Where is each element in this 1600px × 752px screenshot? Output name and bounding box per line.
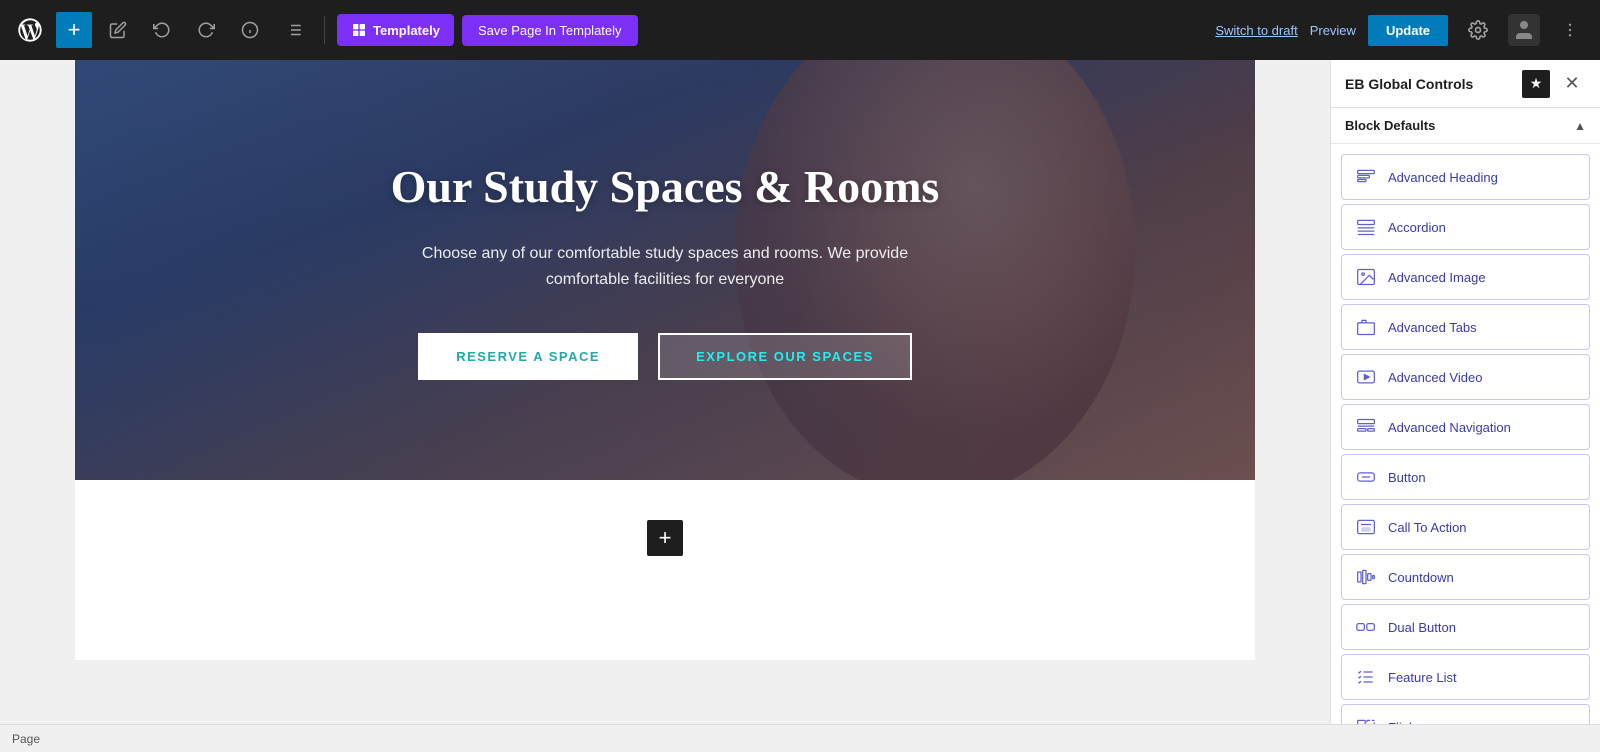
panel-item-accordion[interactable]: Accordion (1341, 204, 1590, 250)
feature-list-label: Feature List (1388, 670, 1457, 685)
flipbox-icon (1354, 715, 1378, 724)
explore-spaces-button[interactable]: EXPLORE OUR SPACES (658, 333, 912, 380)
hero-subtitle: Choose any of our comfortable study spac… (395, 241, 935, 292)
advanced-image-label: Advanced Image (1388, 270, 1486, 285)
accordion-icon (1354, 215, 1378, 239)
undo-button[interactable] (144, 12, 180, 48)
advanced-tabs-icon (1354, 315, 1378, 339)
call-to-action-icon (1354, 515, 1378, 539)
panel-title: EB Global Controls (1345, 76, 1514, 92)
templately-button[interactable]: Templately (337, 14, 454, 46)
panel-item-feature-list[interactable]: Feature List (1341, 654, 1590, 700)
settings-icon-button[interactable] (1460, 12, 1496, 48)
add-block-canvas-button[interactable]: + (647, 520, 683, 556)
panel-item-flipbox[interactable]: Flipbox (1341, 704, 1590, 724)
block-defaults-title: Block Defaults (1345, 118, 1574, 133)
redo-button[interactable] (188, 12, 224, 48)
hero-content: Our Study Spaces & Rooms Choose any of o… (75, 60, 1255, 480)
hero-buttons: RESERVE A SPACE EXPLORE OUR SPACES (418, 333, 912, 380)
button-label: Button (1388, 470, 1426, 485)
toolbar: + (0, 0, 1600, 60)
advanced-tabs-label: Advanced Tabs (1388, 320, 1477, 335)
advanced-video-label: Advanced Video (1388, 370, 1482, 385)
toolbar-right: Switch to draft Preview Update (1215, 12, 1588, 48)
countdown-label: Countdown (1388, 570, 1454, 585)
panel-star-button[interactable]: ★ (1522, 70, 1550, 98)
status-label: Page (12, 732, 40, 746)
panel-item-dual-button[interactable]: Dual Button (1341, 604, 1590, 650)
edit-icon-button[interactable] (100, 12, 136, 48)
countdown-icon (1354, 565, 1378, 589)
preview-button[interactable]: Preview (1310, 23, 1356, 38)
info-button[interactable] (232, 12, 268, 48)
panel-item-advanced-video[interactable]: Advanced Video (1341, 354, 1590, 400)
status-bar: Page (0, 724, 1600, 752)
panel-item-call-to-action[interactable]: Call To Action (1341, 504, 1590, 550)
panel-item-advanced-image[interactable]: Advanced Image (1341, 254, 1590, 300)
feature-list-icon (1354, 665, 1378, 689)
panel-block-list: Advanced Heading Accordion (1331, 144, 1600, 724)
dual-button-label: Dual Button (1388, 620, 1456, 635)
switch-to-draft-button[interactable]: Switch to draft (1215, 23, 1297, 38)
panel-item-button[interactable]: Button (1341, 454, 1590, 500)
advanced-heading-icon (1354, 165, 1378, 189)
advanced-heading-label: Advanced Heading (1388, 170, 1498, 185)
update-button[interactable]: Update (1368, 15, 1448, 46)
hero-section: Our Study Spaces & Rooms Choose any of o… (75, 60, 1255, 480)
panel-header: EB Global Controls ★ ✕ (1331, 60, 1600, 108)
advanced-video-icon (1354, 365, 1378, 389)
wp-logo[interactable] (12, 12, 48, 48)
list-view-button[interactable] (276, 12, 312, 48)
advanced-navigation-icon (1354, 415, 1378, 439)
canvas-area: Our Study Spaces & Rooms Choose any of o… (0, 60, 1330, 724)
advanced-image-icon (1354, 265, 1378, 289)
panel-item-countdown[interactable]: Countdown (1341, 554, 1590, 600)
page-canvas: Our Study Spaces & Rooms Choose any of o… (75, 60, 1255, 660)
accordion-label: Accordion (1388, 220, 1446, 235)
reserve-space-button[interactable]: RESERVE A SPACE (418, 333, 638, 380)
add-block-toolbar-button[interactable]: + (56, 12, 92, 48)
toolbar-separator (324, 16, 325, 44)
panel-item-advanced-navigation[interactable]: Advanced Navigation (1341, 404, 1590, 450)
panel-item-advanced-tabs[interactable]: Advanced Tabs (1341, 304, 1590, 350)
user-avatar[interactable] (1508, 14, 1540, 46)
dual-button-icon (1354, 615, 1378, 639)
hero-title: Our Study Spaces & Rooms (391, 160, 940, 213)
kebab-menu-button[interactable] (1552, 12, 1588, 48)
main-area: Our Study Spaces & Rooms Choose any of o… (0, 60, 1600, 724)
panel-item-advanced-heading[interactable]: Advanced Heading (1341, 154, 1590, 200)
call-to-action-label: Call To Action (1388, 520, 1467, 535)
chevron-up-icon: ▲ (1574, 119, 1586, 133)
advanced-navigation-label: Advanced Navigation (1388, 420, 1511, 435)
right-panel: EB Global Controls ★ ✕ Block Defaults ▲ … (1330, 60, 1600, 724)
add-block-area: + (75, 480, 1255, 596)
panel-close-button[interactable]: ✕ (1558, 70, 1586, 98)
block-defaults-header[interactable]: Block Defaults ▲ (1331, 108, 1600, 144)
save-page-templately-button[interactable]: Save Page In Templately (462, 15, 638, 46)
button-icon (1354, 465, 1378, 489)
